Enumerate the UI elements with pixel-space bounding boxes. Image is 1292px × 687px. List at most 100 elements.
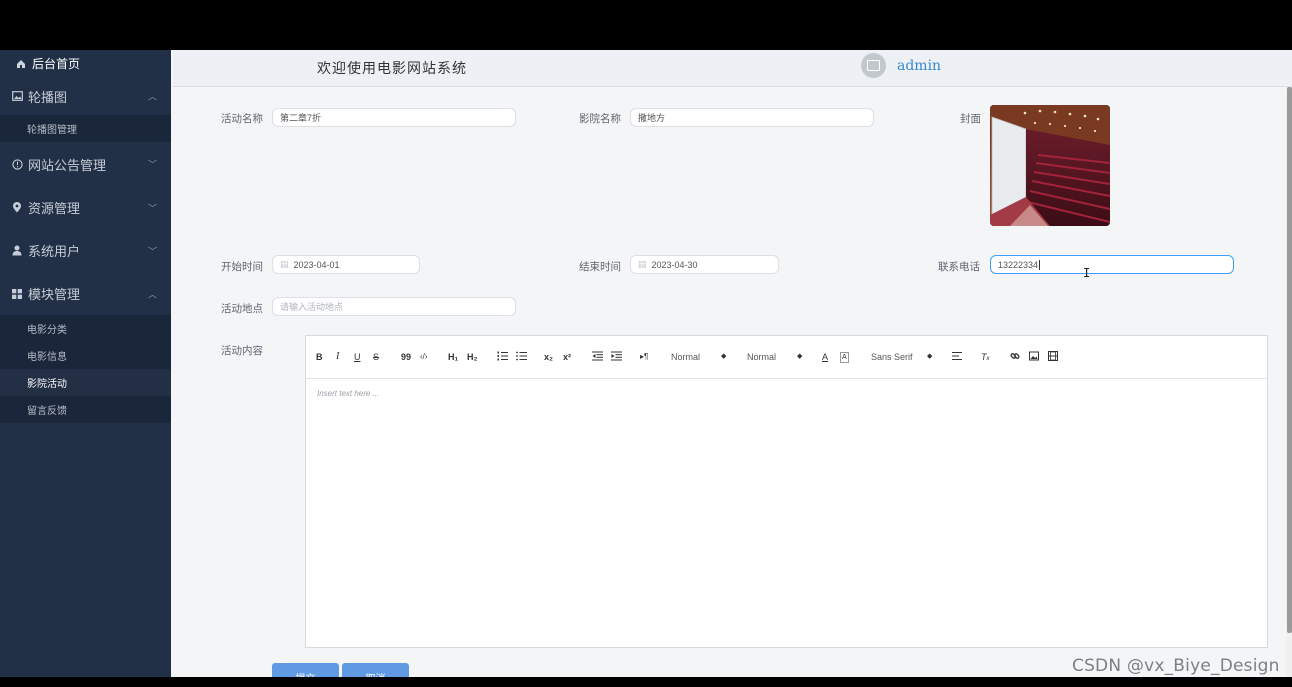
sidebar-item-home[interactable]: 后台首页: [0, 50, 171, 77]
phone-value: 13222334: [998, 259, 1039, 270]
cancel-button-label: 取消: [366, 670, 386, 677]
sidebar-group-modules[interactable]: 模块管理 ︿: [0, 272, 171, 315]
phone-label: 联系电话: [938, 261, 980, 273]
subscript-button[interactable]: x₂: [544, 351, 553, 363]
bullet-list-icon[interactable]: [516, 351, 527, 364]
grid-icon: [11, 288, 23, 299]
cancel-button[interactable]: 取消: [342, 663, 409, 677]
image-icon[interactable]: [1029, 351, 1039, 364]
page-title: 欢迎使用电影网站系统: [317, 61, 467, 77]
superscript-button[interactable]: x²: [563, 351, 571, 363]
location-input[interactable]: 请输入活动地点: [272, 297, 516, 316]
clear-format-icon[interactable]: Tx: [981, 351, 990, 365]
submit-button[interactable]: 提交: [272, 663, 339, 677]
code-button[interactable]: ‹/›: [420, 351, 428, 363]
image-icon: [11, 91, 23, 101]
sidebar-item-cinema-activity[interactable]: 影院活动: [0, 369, 171, 396]
sidebar-item-label: 轮播图管理: [27, 125, 77, 136]
chevron-up-icon: ︿: [147, 91, 157, 102]
end-time-label: 结束时间: [579, 261, 621, 273]
sidebar-item-carousel-manage[interactable]: 轮播图管理: [0, 115, 171, 142]
chevron-down-icon: ﹀: [147, 159, 157, 170]
cinema-name-input[interactable]: 撒地方: [630, 108, 874, 127]
select-arrows-icon: ◆: [721, 353, 727, 360]
sidebar-group-users[interactable]: 系统用户 ﹀: [0, 229, 171, 272]
app-frame: 后台首页 轮播图 ︿ 轮播图管理 网站公告管理 ﹀ 资源管理 ﹀ 系统用户 ﹀ …: [0, 50, 1292, 677]
top-header: 欢迎使用电影网站系统 admin: [173, 50, 1292, 87]
image-placeholder-icon: [867, 60, 880, 71]
phone-input[interactable]: 13222334: [990, 255, 1234, 274]
activity-name-input[interactable]: 第二章7折: [272, 108, 516, 127]
sidebar-item-movie-info[interactable]: 电影信息: [0, 342, 171, 369]
sidebar-group-label: 网站公告管理: [28, 157, 107, 173]
direction-button[interactable]: ▸¶: [640, 351, 648, 363]
blockquote-button[interactable]: 99: [401, 351, 411, 363]
size-select-value: Normal: [671, 352, 701, 362]
video-icon[interactable]: [1048, 351, 1058, 364]
sidebar-submenu-carousel: 轮播图管理: [0, 115, 171, 142]
activity-name-label: 活动名称: [221, 113, 263, 125]
strike-button[interactable]: S: [373, 351, 379, 363]
bold-button[interactable]: B: [316, 351, 323, 363]
sidebar-home-label: 后台首页: [32, 57, 81, 71]
avatar[interactable]: [861, 53, 886, 78]
sidebar-item-label: 影院活动: [27, 379, 67, 390]
ordered-list-icon[interactable]: [497, 351, 508, 364]
font-select[interactable]: Sans Serif: [871, 351, 913, 363]
underline-button[interactable]: U: [354, 351, 361, 363]
activity-name-value: 第二章7折: [280, 113, 322, 123]
end-time-picker[interactable]: ▤ 2023-04-30: [630, 255, 779, 274]
sidebar-group-label: 资源管理: [28, 201, 81, 216]
link-icon[interactable]: [1010, 351, 1020, 364]
start-time-value: 2023-04-01: [293, 259, 340, 270]
h2-button[interactable]: H₂: [467, 351, 478, 363]
cover-label: 封面: [960, 113, 981, 125]
submit-button-label: 提交: [296, 670, 316, 677]
home-icon: [16, 59, 26, 69]
watermark: CSDN @vx_Biye_Design: [1072, 656, 1280, 676]
italic-button[interactable]: I: [336, 351, 339, 363]
info-icon: [11, 158, 23, 170]
sidebar-group-announcements[interactable]: 网站公告管理 ﹀: [0, 142, 171, 186]
calendar-icon: ▤: [638, 259, 647, 269]
align-icon[interactable]: [952, 351, 962, 364]
sidebar-item-feedback[interactable]: 留言反馈: [0, 396, 171, 423]
sidebar-group-resources[interactable]: 资源管理 ﹀: [0, 186, 171, 229]
calendar-icon: ▤: [280, 259, 289, 269]
sidebar-item-movie-category[interactable]: 电影分类: [0, 315, 171, 342]
text-caret: [1039, 259, 1041, 270]
bottom-frame-bar: [0, 677, 1292, 687]
editor-content-area[interactable]: Insert text here ...: [306, 379, 1267, 408]
rich-text-editor: B I U S 99 ‹/› H₁ H₂ x₂ x² ▸¶ Normal ◆ N…: [305, 335, 1268, 648]
user-icon: [11, 245, 23, 256]
editor-toolbar: B I U S 99 ‹/› H₁ H₂ x₂ x² ▸¶ Normal ◆ N…: [306, 336, 1267, 379]
h1-button[interactable]: H₁: [448, 351, 458, 363]
cinema-name-label: 影院名称: [579, 113, 621, 125]
size-select[interactable]: Normal: [671, 351, 700, 363]
start-time-picker[interactable]: ▤ 2023-04-01: [272, 255, 420, 274]
location-placeholder: 请输入活动地点: [280, 302, 344, 312]
location-icon: [11, 202, 23, 213]
sidebar-group-label: 系统用户: [28, 244, 81, 259]
indent-icon[interactable]: [611, 351, 622, 364]
chevron-down-icon: ﹀: [147, 203, 157, 213]
background-color-icon[interactable]: A: [840, 352, 849, 363]
select-arrows-icon: ◆: [797, 353, 803, 360]
sidebar-group-label: 轮播图: [28, 89, 68, 105]
username[interactable]: admin: [897, 58, 941, 74]
sidebar-item-label: 电影信息: [27, 352, 67, 363]
header-select-value: Normal: [747, 352, 777, 362]
sidebar-group-carousel[interactable]: 轮播图 ︿: [0, 77, 171, 115]
header-select[interactable]: Normal: [747, 351, 776, 363]
text-color-icon[interactable]: A: [822, 351, 828, 363]
scrollbar-thumb[interactable]: [1287, 87, 1292, 633]
content-label: 活动内容: [221, 345, 263, 357]
select-arrows-icon: ◆: [927, 353, 933, 360]
sidebar-submenu-modules: 电影分类 电影信息 影院活动 留言反馈: [0, 315, 171, 423]
outdent-icon[interactable]: [592, 351, 603, 364]
chevron-up-icon: ︿: [147, 289, 157, 299]
cover-image[interactable]: [990, 105, 1110, 226]
sidebar-group-label: 模块管理: [28, 287, 81, 302]
chevron-down-icon: ﹀: [147, 246, 157, 256]
start-time-label: 开始时间: [221, 261, 263, 273]
